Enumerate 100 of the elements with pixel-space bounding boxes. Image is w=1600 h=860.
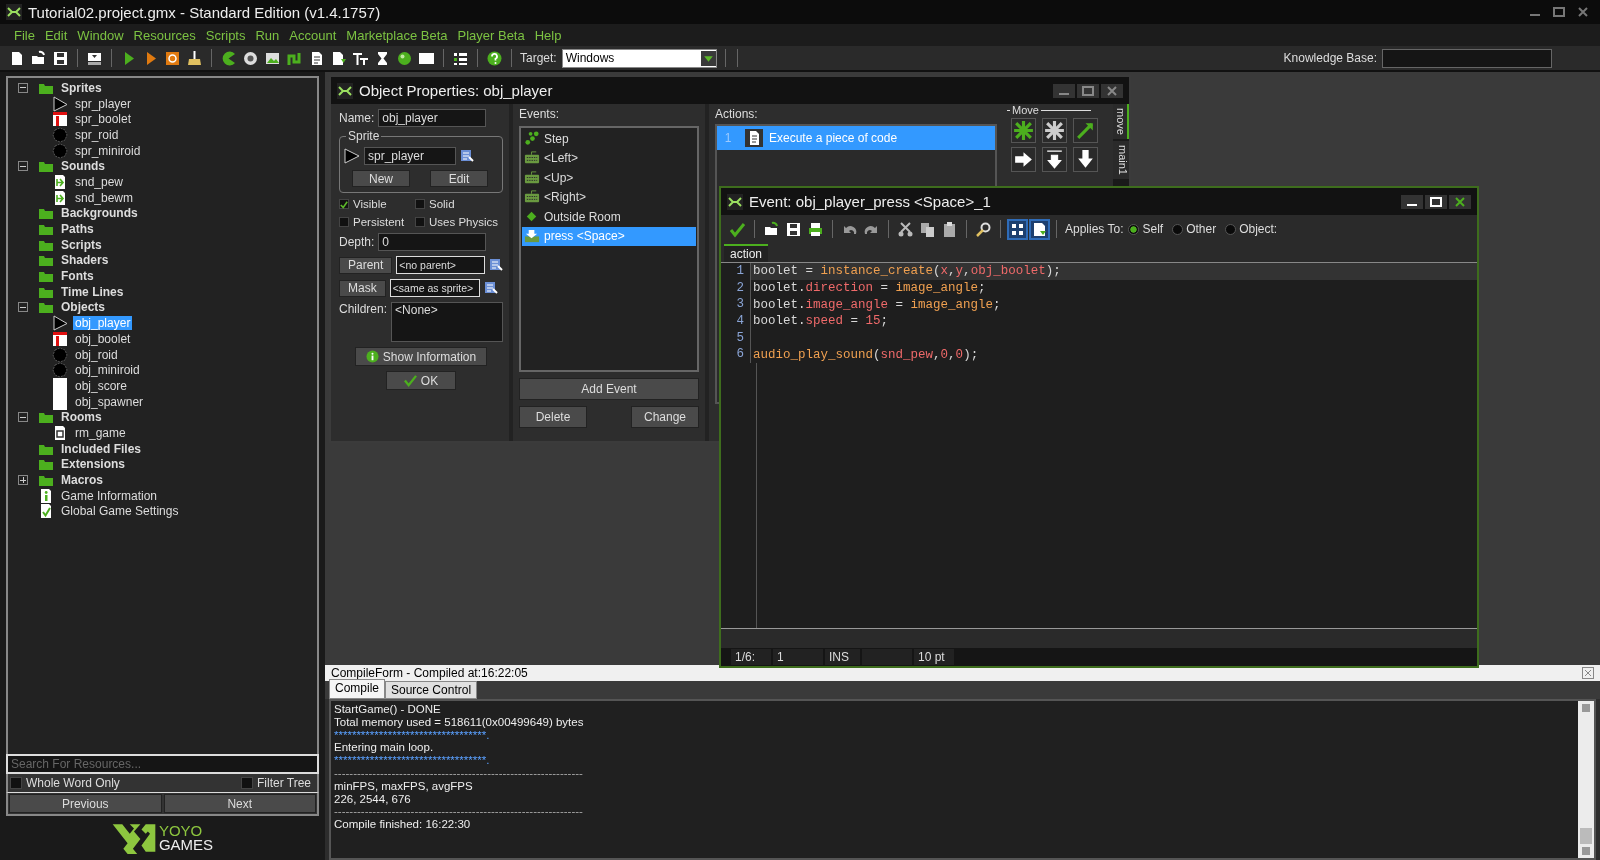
open-folder-icon[interactable] (30, 49, 47, 67)
check-icon[interactable] (729, 220, 746, 238)
tree-item[interactable]: spr_player (73, 96, 134, 111)
help-icon[interactable] (486, 49, 503, 67)
tree-item[interactable]: Included Files (59, 441, 143, 456)
browse-icon[interactable] (483, 281, 498, 295)
checkbox[interactable] (415, 199, 425, 209)
checkbox[interactable] (10, 777, 22, 789)
tree-item[interactable]: Macros (59, 473, 106, 488)
radio-button[interactable] (1128, 223, 1140, 235)
tab[interactable]: action (724, 244, 769, 262)
document-icon[interactable] (1031, 220, 1048, 238)
tree-item[interactable]: Backgrounds (59, 206, 140, 221)
menu-item[interactable]: Scripts (205, 27, 246, 43)
copy-icon[interactable] (919, 220, 936, 238)
tree-item[interactable]: Shaders (59, 253, 111, 268)
expander-icon[interactable] (18, 302, 28, 313)
vertical-tab[interactable]: move (1113, 104, 1129, 139)
tree-item[interactable]: obj_roid (73, 347, 120, 362)
tree-item[interactable]: obj_spawner (73, 394, 146, 409)
tree-item[interactable]: spr_boolet (73, 112, 134, 127)
parent-field[interactable]: <no parent> (396, 256, 485, 274)
menu-item[interactable]: Run (255, 27, 280, 43)
save-icon[interactable] (52, 49, 69, 67)
sprite-button[interactable]: New (352, 170, 410, 187)
close-icon[interactable] (1449, 194, 1471, 209)
search-icon[interactable] (975, 220, 992, 238)
tree-item[interactable]: rm_game (73, 425, 128, 440)
object-icon[interactable] (396, 49, 413, 67)
tree-item[interactable]: snd_bewm (73, 190, 136, 205)
broom-icon[interactable] (186, 49, 203, 67)
tree-item[interactable]: obj_miniroid (73, 363, 142, 378)
change-button[interactable]: Change (631, 406, 699, 428)
tree-item[interactable]: Objects (59, 300, 107, 315)
nav-button[interactable]: Next (163, 794, 316, 813)
browse-icon[interactable] (489, 258, 503, 272)
sprite-field[interactable]: spr_player (364, 147, 456, 165)
menu-item[interactable]: Player Beta (457, 27, 525, 43)
maximize-icon[interactable] (1425, 194, 1447, 209)
target-dropdown[interactable]: Windows (561, 48, 717, 68)
tree-item[interactable]: Rooms (59, 410, 104, 425)
delete-button[interactable]: Delete (519, 406, 587, 428)
mask-field[interactable]: <same as sprite> (389, 279, 480, 297)
checkbox[interactable] (339, 217, 349, 227)
event-item[interactable]: <Left> (522, 148, 696, 168)
grid-icon[interactable] (1009, 220, 1026, 238)
minimize-icon[interactable] (1401, 194, 1423, 209)
menu-item[interactable]: Marketplace Beta (346, 27, 448, 43)
tree-item[interactable]: Scripts (59, 237, 104, 252)
tree-item[interactable]: obj_score (73, 378, 130, 393)
tab[interactable]: Compile (329, 679, 385, 699)
tree-item[interactable]: Sounds (59, 159, 107, 174)
tree-item[interactable]: snd_pew (73, 174, 126, 189)
ok-button[interactable]: OK (386, 371, 456, 390)
event-item[interactable]: <Up> (522, 168, 696, 188)
name-field[interactable]: obj_player (378, 109, 487, 127)
nav-button[interactable]: Previous (9, 794, 162, 813)
search-field[interactable]: Search For Resources... (6, 754, 319, 774)
parent-button[interactable]: Parent (339, 256, 393, 274)
expander-icon[interactable] (18, 82, 28, 93)
menu-item[interactable]: Account (289, 27, 337, 43)
sprite-button[interactable]: Edit (430, 170, 488, 187)
stop-icon[interactable] (164, 49, 181, 67)
menu-item[interactable]: File (14, 27, 35, 43)
expander-icon[interactable] (18, 475, 28, 486)
event-item[interactable]: Step (522, 129, 696, 149)
radio-button[interactable] (1225, 223, 1237, 235)
tree-item[interactable]: Fonts (59, 269, 96, 284)
paste-icon[interactable] (941, 220, 958, 238)
scrollbar[interactable] (1578, 701, 1594, 858)
sprite-icon[interactable] (220, 49, 237, 67)
browse-icon[interactable] (460, 149, 474, 163)
tree-item[interactable]: Sprites (59, 80, 104, 95)
tab[interactable]: Source Control (385, 681, 478, 699)
tree-item[interactable]: obj_boolet (73, 331, 133, 346)
mask-button[interactable]: Mask (339, 279, 386, 297)
star-arrows-icon[interactable] (1042, 118, 1067, 143)
code-editor[interactable]: 1 boolet = instance_create(x,y,obj_boolet); 2 boolet.direction = image_angle; 3 boolet.image_angle = image_angle; 4 boolet.speed = 15; 5 6 audio_play_sound(snd_pew,0,0); (721, 263, 1477, 628)
tree-item[interactable]: spr_miniroid (73, 143, 143, 158)
radio-button[interactable] (1172, 223, 1184, 235)
print-icon[interactable] (807, 220, 824, 238)
event-item[interactable]: Outside Room (522, 207, 696, 227)
checkbox[interactable] (339, 199, 349, 209)
expander-icon[interactable] (18, 412, 28, 423)
star-arrows-icon[interactable] (1011, 118, 1036, 143)
tree-item[interactable]: spr_roid (73, 127, 121, 142)
menu-item[interactable]: Help (534, 27, 562, 43)
tree-item[interactable]: Game Information (59, 488, 160, 503)
event-item[interactable]: <Right> (522, 187, 696, 207)
menu-item[interactable]: Window (77, 27, 124, 43)
knowledge-base-field[interactable] (1382, 48, 1552, 68)
vertical-tab[interactable]: main1 (1113, 140, 1129, 179)
shader-icon[interactable] (330, 49, 347, 67)
add-event-button[interactable]: Add Event (519, 378, 699, 400)
checkbox[interactable] (241, 777, 253, 789)
show-information-button[interactable]: Show Information (355, 347, 487, 366)
save-icon[interactable] (785, 220, 802, 238)
expander-icon[interactable] (18, 161, 28, 172)
sound-icon[interactable] (242, 49, 259, 67)
menu-item[interactable]: Resources (133, 27, 196, 43)
